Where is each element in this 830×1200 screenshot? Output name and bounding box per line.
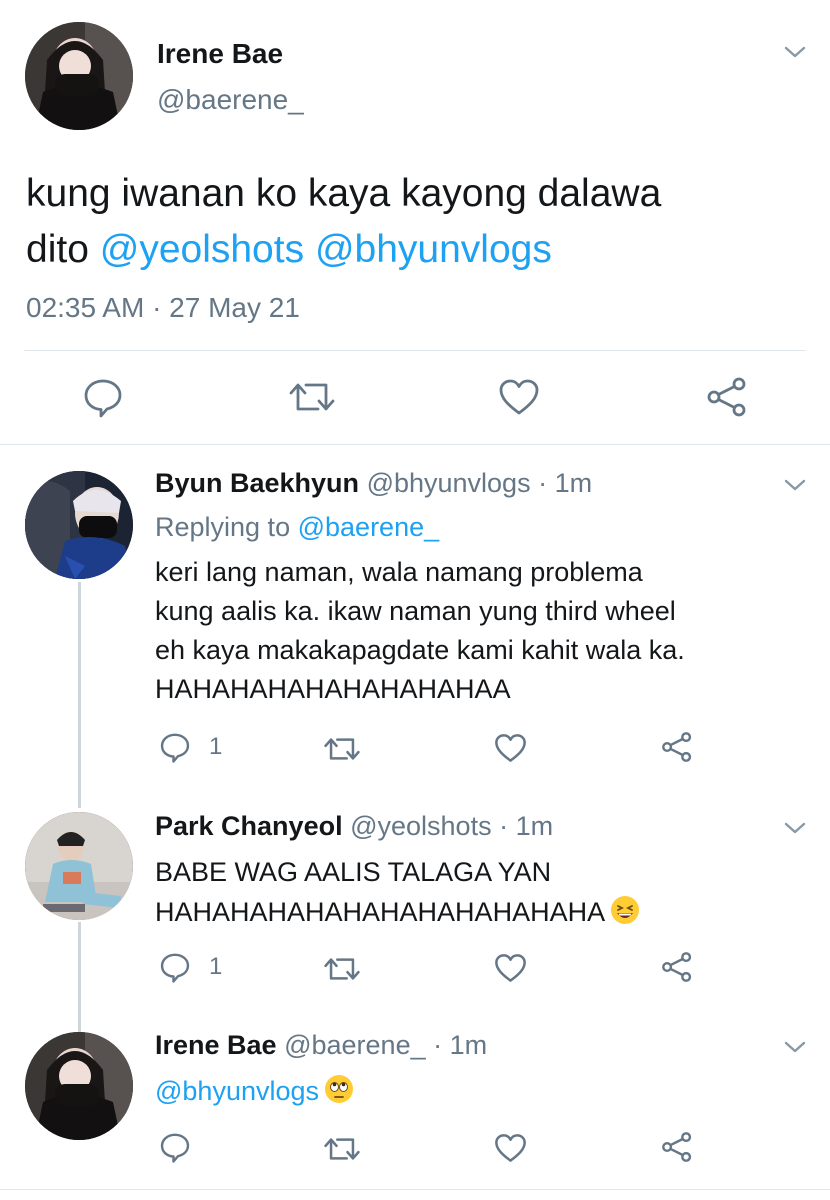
share-button[interactable]: [661, 951, 693, 983]
chevron-down-icon[interactable]: [783, 1039, 807, 1055]
retweet-icon: [324, 734, 360, 764]
chevron-down-icon[interactable]: [783, 477, 807, 493]
share-button[interactable]: [706, 376, 748, 418]
share-icon: [661, 731, 693, 763]
reply-text: @bhyunvlogs: [155, 1071, 354, 1111]
mention-link[interactable]: @bhyunvlogs: [155, 1076, 319, 1106]
retweet-button[interactable]: [324, 1134, 360, 1164]
grinning-squinting-face-icon: [611, 896, 640, 924]
tweet-text-line1: kung iwanan ko kaya kayong dalawa: [26, 172, 662, 215]
reply-text-line: HAHAHAHAHAHAHAHAHAA: [155, 674, 511, 704]
reply-button[interactable]: 1: [159, 951, 222, 983]
mention-link[interactable]: @yeolshots: [100, 228, 304, 271]
reply-icon: [159, 1131, 191, 1163]
mention-link[interactable]: @bhyunvlogs: [315, 228, 552, 271]
reply-time[interactable]: · 1m: [499, 811, 553, 841]
reply-header: Irene Bae @baerene_ · 1m: [155, 1030, 487, 1061]
heart-icon: [494, 1133, 527, 1163]
reply-text-line: keri lang naman, wala namang problema: [155, 557, 643, 587]
face-with-rolling-eyes-icon: [325, 1075, 354, 1103]
reply-time[interactable]: · 1m: [433, 1030, 487, 1060]
author-handle[interactable]: @yeolshots: [350, 811, 491, 841]
heart-icon: [498, 378, 540, 416]
reply-text: keri lang naman, wala namang problema ku…: [155, 553, 685, 709]
retweet-icon: [324, 1134, 360, 1164]
reply-header: Byun Baekhyun @bhyunvlogs · 1m: [155, 468, 592, 499]
replying-to: Replying to @baerene_: [155, 512, 439, 543]
author-name[interactable]: Byun Baekhyun: [155, 468, 359, 498]
avatar[interactable]: [25, 812, 133, 920]
reply-text-line: eh kaya makakapagdate kami kahit wala ka…: [155, 635, 685, 665]
thread-line: [78, 922, 81, 1032]
mention-link[interactable]: @baerene_: [298, 512, 440, 542]
retweet-icon: [324, 954, 360, 984]
like-button[interactable]: [494, 1133, 527, 1163]
share-icon: [706, 376, 748, 418]
heart-icon: [494, 953, 527, 983]
reply-button[interactable]: [159, 1131, 191, 1163]
like-button[interactable]: [498, 378, 540, 416]
share-icon: [661, 1131, 693, 1163]
retweet-button[interactable]: [324, 734, 360, 764]
author-handle[interactable]: @bhyunvlogs: [367, 468, 531, 498]
avatar[interactable]: [25, 1032, 133, 1140]
divider: [24, 350, 806, 351]
author-name[interactable]: Park Chanyeol: [155, 811, 343, 841]
tweet-text-line2: dito: [26, 228, 89, 271]
reply-text-line: kung aalis ka. ikaw naman yung third whe…: [155, 596, 676, 626]
bottom-divider: [0, 1189, 830, 1190]
author-handle[interactable]: @baerene_: [284, 1030, 426, 1060]
reply-count: 1: [209, 733, 223, 760]
reply-text-line: BABE WAG AALIS TALAGA YAN: [155, 857, 552, 887]
retweet-button[interactable]: [289, 378, 335, 416]
reply-icon: [82, 376, 124, 418]
share-button[interactable]: [661, 731, 693, 763]
share-icon: [661, 951, 693, 983]
chevron-down-icon[interactable]: [783, 820, 807, 836]
replying-to-label: Replying to: [155, 512, 291, 542]
reply-icon: [159, 731, 191, 763]
reply-text: BABE WAG AALIS TALAGA YAN HAHAHAHAHAHAHA…: [155, 852, 640, 932]
reply-count: 1: [209, 953, 223, 980]
reply-icon: [159, 951, 191, 983]
heart-icon: [494, 733, 527, 763]
author-handle[interactable]: @baerene_: [157, 84, 304, 116]
thread-line: [78, 582, 81, 808]
share-button[interactable]: [661, 1131, 693, 1163]
like-button[interactable]: [494, 953, 527, 983]
reply-button[interactable]: 1: [159, 731, 222, 763]
avatar[interactable]: [25, 471, 133, 579]
reply-header: Park Chanyeol @yeolshots · 1m: [155, 811, 553, 842]
author-name[interactable]: Irene Bae: [155, 1030, 277, 1060]
avatar[interactable]: [25, 22, 133, 130]
retweet-icon: [289, 378, 335, 416]
chevron-down-icon[interactable]: [783, 44, 807, 60]
reply-button[interactable]: [82, 376, 124, 418]
tweet-text: kung iwanan ko kaya kayong dalawa dito @…: [26, 166, 816, 278]
section-divider: [0, 444, 830, 445]
author-name[interactable]: Irene Bae: [157, 38, 283, 70]
retweet-button[interactable]: [324, 954, 360, 984]
timestamp[interactable]: 02:35 AM · 27 May 21: [26, 292, 300, 324]
reply-text-line: HAHAHAHAHAHAHAHAHAHAHAHA: [155, 897, 606, 927]
like-button[interactable]: [494, 733, 527, 763]
reply-time[interactable]: · 1m: [538, 468, 592, 498]
